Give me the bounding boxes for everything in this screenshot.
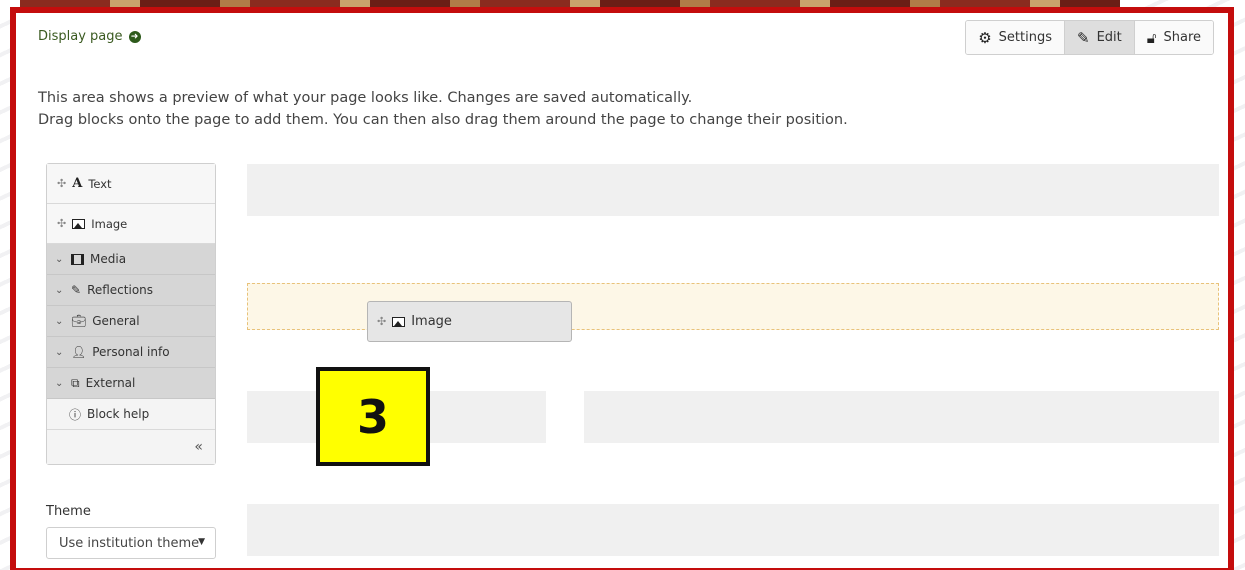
chevron-down-icon: ⌄ xyxy=(55,315,64,327)
layout-row-1[interactable] xyxy=(247,164,1219,216)
step-marker: 3 xyxy=(316,367,430,466)
edit-label: Edit xyxy=(1096,30,1122,45)
theme-select[interactable]: Use institution theme ▼ xyxy=(46,527,216,559)
intro-line-1: This area shows a preview of what your p… xyxy=(38,90,693,106)
category-label: Media xyxy=(90,252,127,266)
unlock-icon: 🔓︎ xyxy=(1146,28,1157,47)
theme-selected-value: Use institution theme xyxy=(59,535,200,551)
chevron-down-icon: ⌄ xyxy=(55,253,64,265)
palette-category-personal-info[interactable]: ⌄ 👤︎ Personal info xyxy=(47,337,215,368)
pencil-icon: ✎ xyxy=(71,283,82,297)
display-page-label: Display page xyxy=(38,29,123,44)
layout-row-4[interactable] xyxy=(247,504,1219,556)
chevron-down-icon: ⌄ xyxy=(55,284,64,296)
chevron-down-icon: ⌄ xyxy=(55,346,64,358)
display-page-link[interactable]: Display page ➜ xyxy=(38,29,141,44)
move-icon: ✣ xyxy=(377,315,387,328)
settings-label: Settings xyxy=(998,30,1052,45)
intro-line-2: Drag blocks onto the page to add them. Y… xyxy=(38,112,848,128)
user-icon: 👤︎ xyxy=(71,345,87,359)
category-label: Reflections xyxy=(87,283,154,297)
gears-icon: ⚙ xyxy=(978,28,992,47)
drag-ghost-label: Image xyxy=(411,314,452,329)
double-chevron-left-icon: « xyxy=(194,439,203,455)
block-help-link[interactable]: ⓘ Block help xyxy=(47,399,215,430)
share-button[interactable]: 🔓︎ Share xyxy=(1134,21,1213,54)
external-link-icon: ⧉ xyxy=(71,375,80,390)
step-number: 3 xyxy=(356,389,389,444)
collapse-palette-button[interactable]: « xyxy=(47,430,215,464)
page-editor-frame: Display page ➜ ⚙ Settings ✎ Edit 🔓︎ Shar… xyxy=(10,7,1234,570)
image-icon xyxy=(72,218,86,229)
film-icon xyxy=(71,253,84,265)
question-circle-icon: ⓘ xyxy=(69,407,82,422)
theme-label: Theme xyxy=(46,504,91,519)
caret-down-icon: ▼ xyxy=(198,537,205,547)
image-icon xyxy=(392,316,406,327)
palette-category-general[interactable]: ⌄ 💼︎ General xyxy=(47,306,215,337)
intro-text: This area shows a preview of what your p… xyxy=(38,87,848,131)
edit-button[interactable]: ✎ Edit xyxy=(1064,21,1135,54)
category-label: General xyxy=(92,314,140,328)
share-label: Share xyxy=(1163,30,1201,45)
palette-item-image[interactable]: ✣ Image xyxy=(47,204,215,244)
settings-button[interactable]: ⚙ Settings xyxy=(966,21,1065,54)
text-A-icon: A xyxy=(72,176,83,191)
block-help-label: Block help xyxy=(87,407,150,421)
palette-item-label: Image xyxy=(91,216,128,231)
category-label: Personal info xyxy=(92,345,170,359)
move-icon[interactable]: ✣ xyxy=(57,177,66,190)
dragging-image-block[interactable]: ✣ Image xyxy=(367,301,572,342)
arrow-right-circle-icon: ➜ xyxy=(128,30,141,43)
palette-item-label: Text xyxy=(88,176,112,191)
move-icon[interactable]: ✣ xyxy=(57,217,66,230)
category-label: External xyxy=(85,376,136,390)
layout-column-right[interactable] xyxy=(584,391,1219,443)
page-actions: ⚙ Settings ✎ Edit 🔓︎ Share xyxy=(965,20,1214,55)
palette-category-reflections[interactable]: ⌄ ✎ Reflections xyxy=(47,275,215,306)
block-palette: ✣ A Text ✣ Image ⌄ Media ⌄ ✎ Reflections… xyxy=(46,163,216,465)
palette-category-external[interactable]: ⌄ ⧉ External xyxy=(47,368,215,399)
palette-category-media[interactable]: ⌄ Media xyxy=(47,244,215,275)
briefcase-icon: 💼︎ xyxy=(71,314,87,328)
palette-item-text[interactable]: ✣ A Text xyxy=(47,164,215,204)
pencil-icon: ✎ xyxy=(1076,28,1090,47)
chevron-down-icon: ⌄ xyxy=(55,377,64,389)
